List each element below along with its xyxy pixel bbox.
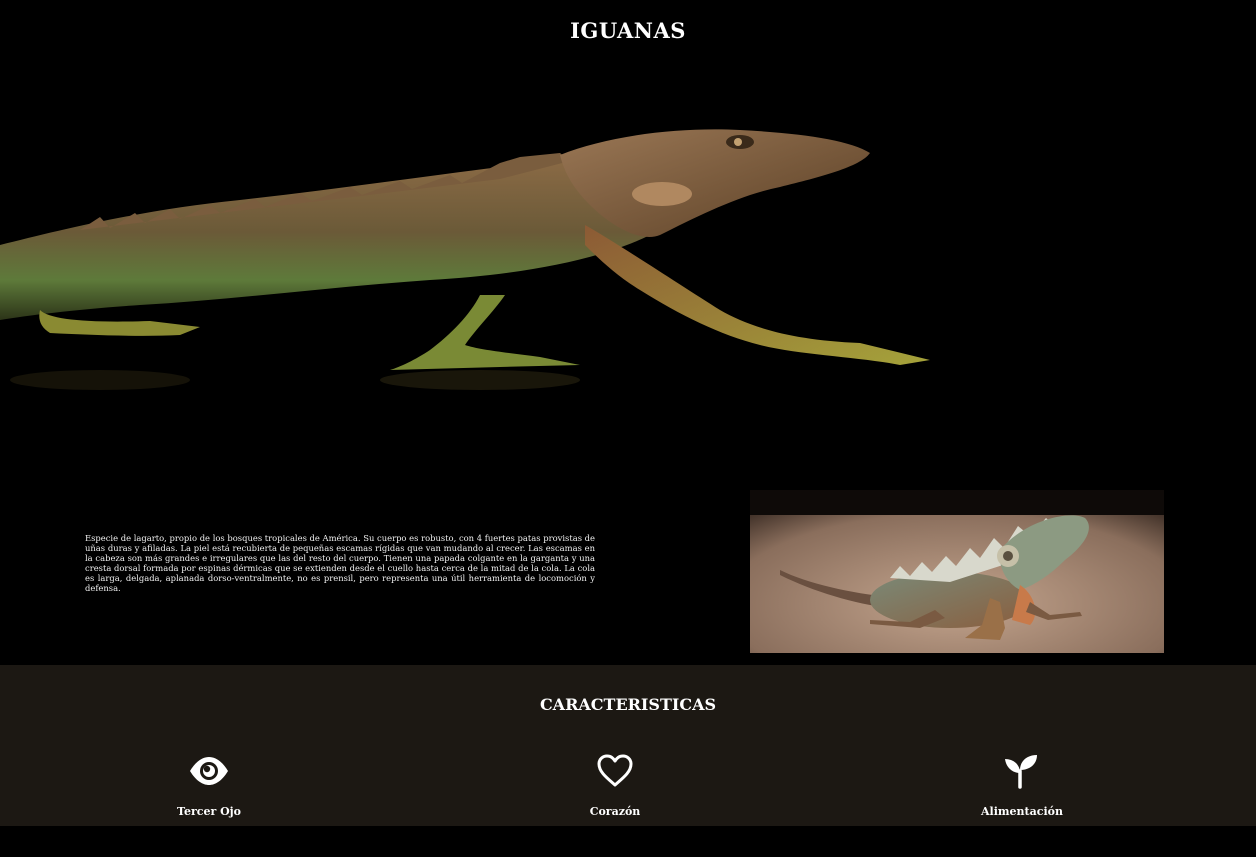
feature-corazon: Corazón	[535, 753, 695, 818]
seedling-icon	[1002, 753, 1042, 789]
hero-iguana-image	[0, 95, 960, 415]
feature-label: Alimentación	[981, 805, 1063, 818]
intro-paragraph: Especie de lagarto, propio de los bosque…	[85, 533, 595, 593]
features-section: CARACTERISTICAS Tercer Ojo Corazón Alime…	[0, 665, 1256, 826]
features-title: CARACTERISTICAS	[539, 695, 717, 714]
feature-tercer-ojo: Tercer Ojo	[129, 753, 289, 818]
heart-icon	[595, 753, 635, 789]
feature-label: Corazón	[589, 805, 641, 818]
eye-icon	[189, 753, 229, 789]
page: IGUANAS Especie de lagarto, propio de lo…	[0, 0, 1256, 857]
page-title: IGUANAS	[570, 18, 686, 43]
feature-label: Tercer Ojo	[177, 805, 241, 818]
feature-alimentacion: Alimentación	[942, 753, 1102, 818]
iguana-photo	[750, 490, 1164, 653]
footer-bar	[0, 826, 1256, 857]
